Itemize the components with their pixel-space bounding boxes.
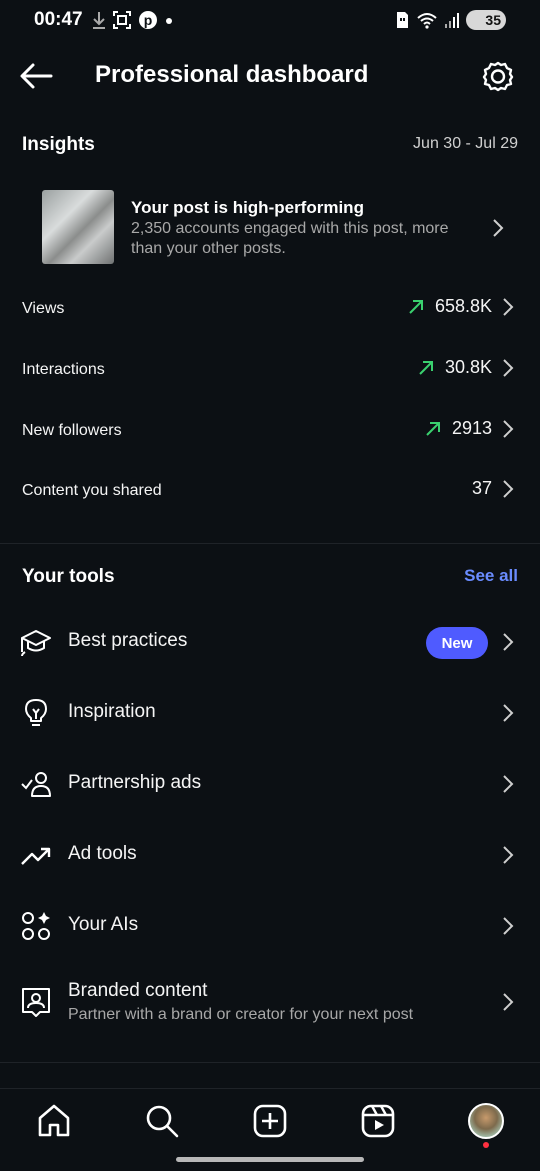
trending-up-icon: [21, 847, 51, 865]
wifi-icon: [417, 13, 437, 29]
create-post-icon[interactable]: [252, 1103, 288, 1139]
tool-your-ais[interactable]: Your AIs: [0, 891, 540, 961]
new-badge: New: [426, 627, 488, 659]
metric-row-interactions[interactable]: Interactions 30.8K: [0, 341, 540, 401]
trend-up-arrow-icon: [409, 299, 423, 314]
profile-avatar[interactable]: [468, 1103, 504, 1139]
metric-value: 658.8K: [434, 296, 492, 316]
metric-label: Interactions: [22, 361, 105, 378]
chevron-right-icon: [503, 917, 514, 935]
metric-value: 37: [471, 478, 492, 498]
chevron-right-icon: [503, 993, 514, 1011]
tool-label: Branded content: [68, 980, 208, 1001]
trend-up-arrow-icon: [419, 360, 433, 375]
svg-text:p: p: [144, 12, 153, 28]
section-divider: [0, 543, 540, 544]
battery-level: 35: [485, 12, 501, 28]
tool-label: Partnership ads: [68, 772, 202, 793]
post-thumbnail: [42, 190, 114, 264]
partnership-icon: [21, 772, 51, 797]
home-icon[interactable]: [36, 1103, 72, 1139]
chevron-right-icon: [503, 297, 514, 316]
metric-label: Content you shared: [22, 482, 162, 499]
chevron-right-icon: [503, 846, 514, 864]
tool-inspiration[interactable]: Inspiration: [0, 678, 540, 748]
card-subtitle: 2,350 accounts engaged with this post, m…: [131, 220, 449, 257]
tool-subtitle: Partner with a brand or creator for your…: [68, 1006, 414, 1023]
sim-icon: [397, 12, 408, 28]
dot-icon: [166, 18, 172, 24]
see-all-link[interactable]: See all: [464, 566, 518, 586]
page-title: Professional dashboard: [95, 61, 369, 88]
chevron-right-icon: [503, 633, 514, 651]
branded-content-icon: [22, 988, 50, 1017]
trend-up-arrow-icon: [426, 421, 440, 436]
chevron-right-icon: [503, 358, 514, 377]
chevron-right-icon: [503, 704, 514, 722]
reels-icon[interactable]: [360, 1103, 396, 1139]
download-icon: [93, 12, 105, 29]
status-time: 00:47: [34, 9, 83, 30]
pinterest-icon: p: [139, 11, 157, 29]
lightbulb-icon: [25, 699, 47, 726]
header: Professional dashboard: [0, 48, 540, 104]
date-range[interactable]: Jun 30 - Jul 29: [413, 135, 518, 153]
tool-label: Best practices: [68, 630, 188, 651]
insights-title: Insights: [22, 134, 95, 155]
graduation-cap-icon: [21, 630, 51, 657]
tool-label: Your AIs: [68, 914, 139, 935]
section-divider: [0, 1062, 540, 1063]
screenshot-icon: [113, 11, 131, 29]
tool-label: Ad tools: [68, 843, 137, 864]
tool-label: Inspiration: [68, 701, 156, 722]
metric-label: New followers: [22, 422, 122, 439]
notification-dot: [483, 1142, 489, 1148]
chevron-right-icon: [493, 219, 504, 237]
back-arrow-icon[interactable]: [18, 60, 54, 92]
settings-gear-icon[interactable]: [482, 60, 514, 92]
high-performing-post-card[interactable]: Your post is high-performing 2,350 accou…: [42, 190, 522, 266]
tool-branded-content[interactable]: Branded content Partner with a brand or …: [0, 966, 540, 1042]
chevron-right-icon: [503, 419, 514, 438]
metric-label: Views: [22, 300, 65, 317]
signal-icon: [445, 13, 459, 28]
metric-value: 2913: [451, 418, 492, 438]
tool-best-practices[interactable]: Best practices New: [0, 607, 540, 677]
card-title: Your post is high-performing: [131, 198, 364, 217]
chevron-right-icon: [503, 479, 514, 498]
status-bar: 00:47 p 35: [0, 0, 540, 40]
metric-value: 30.8K: [444, 357, 492, 377]
search-icon[interactable]: [144, 1103, 180, 1139]
metric-row-new-followers[interactable]: New followers 2913: [0, 402, 540, 462]
tools-title: Your tools: [22, 566, 115, 587]
metric-row-views[interactable]: Views 658.8K: [0, 280, 540, 340]
home-indicator: [176, 1157, 364, 1162]
chevron-right-icon: [503, 775, 514, 793]
metric-row-content-shared[interactable]: Content you shared 37: [0, 462, 540, 522]
ai-sparkle-icon: [22, 912, 50, 940]
badge-label: New: [441, 634, 473, 652]
tool-partnership-ads[interactable]: Partnership ads: [0, 749, 540, 819]
battery-icon: 35: [466, 10, 506, 30]
tool-ad-tools[interactable]: Ad tools: [0, 820, 540, 890]
